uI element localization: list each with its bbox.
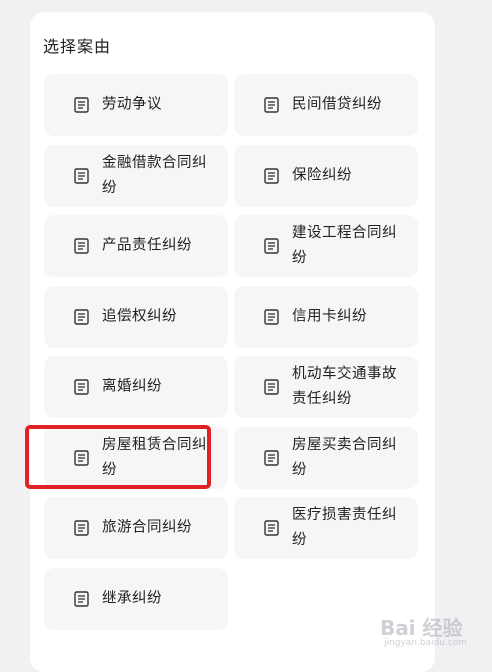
document-icon bbox=[74, 97, 89, 113]
case-type-item[interactable]: 金融借款合同纠纷 bbox=[44, 145, 228, 207]
document-icon bbox=[74, 238, 89, 254]
document-icon bbox=[264, 309, 279, 325]
case-type-label: 旅游合同纠纷 bbox=[102, 519, 192, 536]
case-type-item[interactable]: 民间借贷纠纷 bbox=[234, 74, 418, 136]
case-type-item[interactable]: 劳动争议 bbox=[44, 74, 228, 136]
document-icon bbox=[74, 309, 89, 325]
watermark-sub: jingyan.baidu.com bbox=[384, 638, 468, 648]
document-icon bbox=[74, 520, 89, 536]
case-type-item[interactable]: 房屋租赁合同纠纷 bbox=[44, 427, 228, 489]
case-type-label: 劳动争议 bbox=[102, 96, 162, 113]
document-icon bbox=[74, 168, 89, 184]
case-type-item[interactable]: 追偿权纠纷 bbox=[44, 286, 228, 348]
case-type-item[interactable]: 信用卡纠纷 bbox=[234, 286, 418, 348]
document-icon bbox=[264, 97, 279, 113]
case-type-item[interactable]: 继承纠纷 bbox=[44, 568, 228, 630]
case-type-item[interactable]: 离婚纠纷 bbox=[44, 356, 228, 418]
case-type-label: 房屋买卖合同纠纷 bbox=[292, 437, 397, 478]
case-type-label: 房屋租赁合同纠纷 bbox=[102, 437, 207, 478]
case-type-item[interactable]: 房屋买卖合同纠纷 bbox=[234, 427, 418, 489]
case-type-item[interactable]: 产品责任纠纷 bbox=[44, 215, 228, 277]
document-icon bbox=[74, 379, 89, 395]
case-type-item[interactable]: 旅游合同纠纷 bbox=[44, 497, 228, 559]
document-icon bbox=[74, 591, 89, 607]
document-icon bbox=[264, 238, 279, 254]
watermark: Bai 经验 jingyan.baidu.com bbox=[380, 612, 467, 648]
case-type-item[interactable]: 医疗损害责任纠纷 bbox=[234, 497, 418, 559]
document-icon bbox=[264, 168, 279, 184]
case-type-label: 机动车交通事故责任纠纷 bbox=[292, 366, 397, 407]
case-type-item[interactable]: 机动车交通事故责任纠纷 bbox=[234, 356, 418, 418]
case-type-label: 建设工程合同纠纷 bbox=[292, 225, 397, 266]
document-icon bbox=[264, 450, 279, 466]
watermark-text: Bai 经验 bbox=[380, 616, 463, 640]
case-type-label: 金融借款合同纠纷 bbox=[102, 155, 207, 196]
case-type-label: 离婚纠纷 bbox=[102, 378, 162, 395]
case-type-item[interactable]: 建设工程合同纠纷 bbox=[234, 215, 418, 277]
case-type-label: 民间借贷纠纷 bbox=[292, 96, 382, 113]
case-type-label: 信用卡纠纷 bbox=[292, 308, 367, 325]
case-type-label: 产品责任纠纷 bbox=[102, 237, 192, 254]
case-type-label: 保险纠纷 bbox=[292, 167, 352, 184]
document-icon bbox=[74, 450, 89, 466]
section-title: 选择案由 bbox=[43, 37, 112, 56]
document-icon bbox=[264, 520, 279, 536]
case-type-label: 医疗损害责任纠纷 bbox=[292, 507, 397, 548]
document-icon bbox=[264, 379, 279, 395]
case-type-item[interactable]: 保险纠纷 bbox=[234, 145, 418, 207]
case-type-label: 继承纠纷 bbox=[102, 590, 162, 607]
case-type-label: 追偿权纠纷 bbox=[102, 308, 177, 325]
